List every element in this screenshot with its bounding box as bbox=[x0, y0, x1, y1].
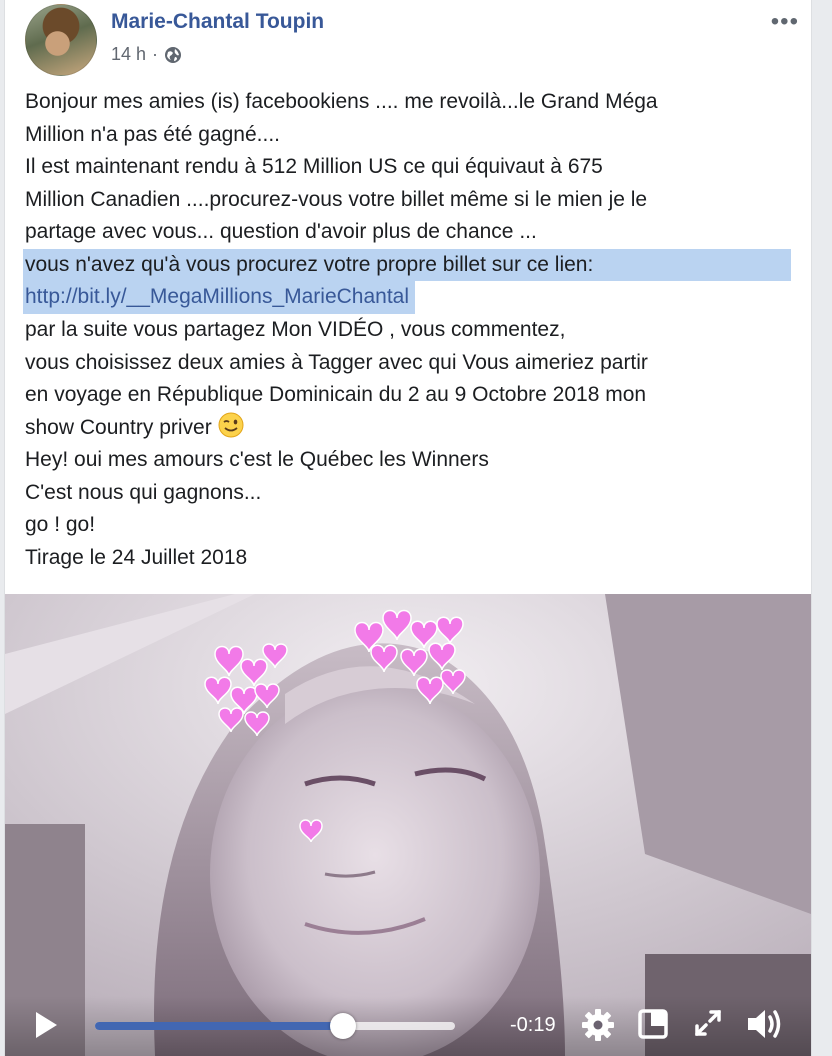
wink-emoji-icon bbox=[218, 412, 244, 437]
progress-fill bbox=[95, 1022, 344, 1030]
settings-gear-icon[interactable] bbox=[581, 1008, 615, 1042]
post-header: Marie-Chantal Toupin 14 h · ••• bbox=[5, 0, 811, 80]
post-line: vous choisissez deux amies à Tagger avec… bbox=[25, 350, 648, 374]
time-remaining: -0:19 bbox=[510, 1014, 556, 1036]
author-name[interactable]: Marie-Chantal Toupin bbox=[111, 10, 324, 34]
post-line: show Country priver bbox=[25, 415, 212, 439]
video-player[interactable]: -0:19 bbox=[5, 594, 811, 1056]
author-avatar[interactable] bbox=[25, 4, 97, 76]
more-options-button[interactable]: ••• bbox=[771, 8, 799, 36]
post-text: Bonjour mes amies (is) facebookiens ....… bbox=[23, 86, 795, 314]
mini-player-icon[interactable] bbox=[637, 1008, 669, 1040]
post-line: en voyage en République Dominicain du 2 … bbox=[25, 383, 647, 406]
progress-track[interactable] bbox=[95, 1013, 455, 1039]
fullscreen-icon[interactable] bbox=[693, 1008, 723, 1038]
post-link[interactable]: http://bit.ly/__MegaMillions_MarieChanta… bbox=[25, 285, 409, 308]
play-icon[interactable] bbox=[33, 1010, 59, 1040]
post-line: Million n'a pas été gagné.... bbox=[25, 122, 281, 146]
post-line: Bonjour mes amies (is) facebookiens ....… bbox=[25, 90, 658, 113]
post-line: Tirage le 24 Juillet 2018 bbox=[25, 545, 248, 569]
post-line: partage avec vous... question d'avoir pl… bbox=[25, 220, 537, 243]
volume-icon[interactable] bbox=[745, 1006, 785, 1042]
post-line: Million Canadien ....procurez-vous votre… bbox=[25, 187, 648, 211]
progress-handle[interactable] bbox=[330, 1013, 357, 1039]
post-card: Marie-Chantal Toupin 14 h · ••• Bonjour … bbox=[4, 0, 812, 1056]
post-line: go ! go! bbox=[25, 513, 96, 536]
post-line-highlighted: vous n'avez qu'à vous procurez votre pro… bbox=[23, 248, 791, 281]
post-time[interactable]: 14 h bbox=[111, 44, 146, 65]
post-meta: 14 h · bbox=[111, 44, 182, 65]
post-line: Il est maintenant rendu à 512 Million US… bbox=[25, 155, 603, 178]
post-text-continued: par la suite vous partagez Mon VIDÉO , v… bbox=[25, 314, 795, 574]
post-line: par la suite vous partagez Mon VIDÉO , v… bbox=[25, 318, 566, 341]
video-controls: -0:19 bbox=[5, 996, 811, 1056]
video-frame bbox=[5, 594, 811, 1056]
post-line: C'est nous qui gagnons... bbox=[25, 480, 262, 504]
post-line: Hey! oui mes amours c'est le Québec les … bbox=[25, 448, 489, 471]
meta-separator: · bbox=[152, 44, 159, 64]
globe-icon[interactable] bbox=[164, 46, 182, 64]
